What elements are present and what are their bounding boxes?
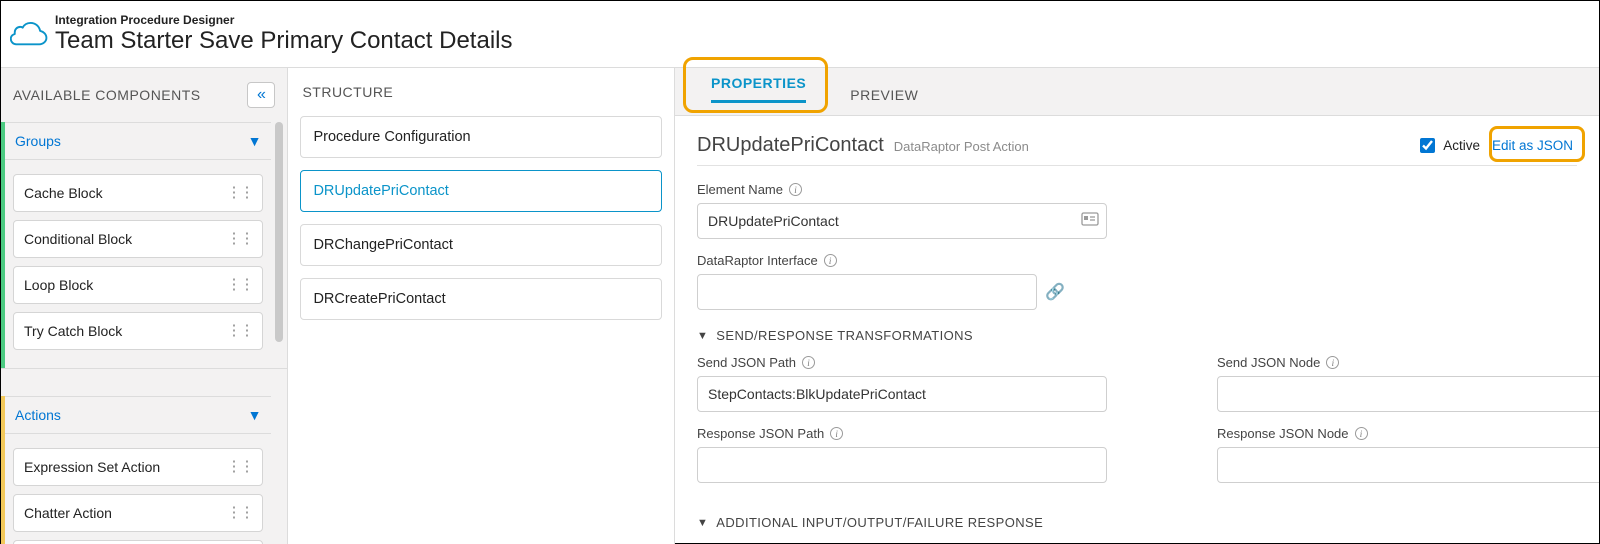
caret-down-icon: ▼ (248, 133, 262, 149)
info-icon[interactable] (802, 356, 815, 369)
structure-item-procedure-configuration[interactable]: Procedure Configuration (300, 116, 662, 158)
drag-handle-icon[interactable] (226, 281, 252, 289)
cloud-icon (9, 14, 49, 54)
element-type-label: DataRaptor Post Action (894, 139, 1029, 154)
caret-down-icon: ▼ (248, 407, 262, 423)
actions-label: Actions (15, 407, 61, 423)
available-components-panel: AVAILABLE COMPONENTS « Groups ▼ Cache Bl… (1, 68, 288, 544)
id-card-icon (1081, 211, 1099, 232)
header-supertitle: Integration Procedure Designer (55, 13, 513, 27)
edit-as-json-link[interactable]: Edit as JSON (1488, 136, 1577, 155)
tab-properties[interactable]: PROPERTIES (689, 61, 828, 115)
chevron-double-left-icon: « (257, 86, 266, 104)
component-expression-set-action[interactable]: Expression Set Action (13, 448, 263, 486)
component-chatter-action[interactable]: Chatter Action (13, 494, 263, 532)
component-conditional-block[interactable]: Conditional Block (13, 220, 263, 258)
active-checkbox[interactable] (1420, 138, 1435, 153)
actions-section-header[interactable]: Actions ▼ (5, 396, 271, 434)
structure-panel: STRUCTURE Procedure Configuration DRUpda… (288, 68, 675, 544)
component-dataraptor-extract-action[interactable]: DataRaptor Extract Action (13, 540, 263, 544)
page-title: Team Starter Save Primary Contact Detail… (55, 27, 513, 55)
active-label: Active (1443, 138, 1480, 153)
component-loop-block[interactable]: Loop Block (13, 266, 263, 304)
drag-handle-icon[interactable] (226, 463, 252, 471)
groups-section-header[interactable]: Groups ▼ (5, 122, 271, 160)
drag-handle-icon[interactable] (226, 327, 252, 335)
response-json-node-label: Response JSON Node (1217, 426, 1349, 441)
structure-item-drupdatepricontact[interactable]: DRUpdatePriContact (300, 170, 662, 212)
groups-section: Groups ▼ Cache Block Conditional Block L… (1, 122, 271, 368)
send-json-path-label: Send JSON Path (697, 355, 796, 370)
send-json-path-input[interactable] (697, 376, 1107, 412)
response-json-path-input[interactable] (697, 447, 1107, 483)
groups-label: Groups (15, 133, 61, 149)
info-icon[interactable] (1355, 427, 1368, 440)
link-icon[interactable]: 🔗 (1045, 282, 1065, 302)
component-cache-block[interactable]: Cache Block (13, 174, 263, 212)
drag-handle-icon[interactable] (226, 235, 252, 243)
info-icon[interactable] (789, 183, 802, 196)
element-name-input[interactable] (697, 203, 1107, 239)
actions-section: Actions ▼ Expression Set Action Chatter … (1, 396, 271, 544)
dataraptor-interface-label: DataRaptor Interface (697, 253, 818, 268)
triangle-down-icon: ▼ (697, 517, 708, 529)
response-json-path-label: Response JSON Path (697, 426, 824, 441)
element-name-label: Element Name (697, 182, 783, 197)
element-title: DRUpdatePriContact (697, 134, 884, 157)
component-try-catch-block[interactable]: Try Catch Block (13, 312, 263, 350)
additional-io-section-toggle[interactable]: ▼ ADDITIONAL INPUT/OUTPUT/FAILURE RESPON… (697, 515, 1577, 530)
send-json-node-label: Send JSON Node (1217, 355, 1320, 370)
available-components-title: AVAILABLE COMPONENTS (13, 87, 201, 103)
info-icon[interactable] (830, 427, 843, 440)
tab-preview[interactable]: PREVIEW (828, 73, 940, 115)
response-json-node-input[interactable] (1217, 447, 1599, 483)
structure-title: STRUCTURE (288, 68, 674, 116)
send-response-section-toggle[interactable]: ▼ SEND/RESPONSE TRANSFORMATIONS (697, 328, 1577, 343)
tabs: PROPERTIES PREVIEW (675, 68, 1599, 116)
send-json-node-input[interactable] (1217, 376, 1599, 412)
dataraptor-interface-input[interactable] (697, 274, 1037, 310)
info-icon[interactable] (1326, 356, 1339, 369)
collapse-panel-button[interactable]: « (247, 82, 275, 108)
triangle-down-icon: ▼ (697, 330, 708, 342)
left-scrollbar[interactable] (275, 122, 283, 544)
properties-panel: PROPERTIES PREVIEW DRUpdatePriContact Da… (675, 68, 1599, 544)
drag-handle-icon[interactable] (226, 509, 252, 517)
drag-handle-icon[interactable] (226, 189, 252, 197)
info-icon[interactable] (824, 254, 837, 267)
send-response-heading: SEND/RESPONSE TRANSFORMATIONS (716, 328, 973, 343)
structure-item-drcreatepricontact[interactable]: DRCreatePriContact (300, 278, 662, 320)
additional-io-heading: ADDITIONAL INPUT/OUTPUT/FAILURE RESPONSE (716, 515, 1043, 530)
structure-item-drchangepricontact[interactable]: DRChangePriContact (300, 224, 662, 266)
designer-header: Integration Procedure Designer Team Star… (1, 1, 1599, 67)
